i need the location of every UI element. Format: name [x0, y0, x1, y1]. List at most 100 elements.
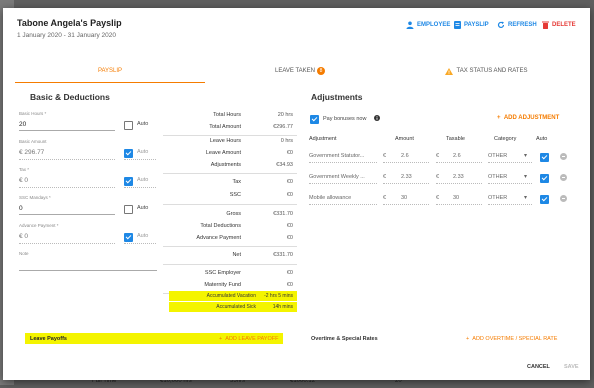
tab-payslip-label: PAYSLIP — [97, 68, 123, 74]
divider — [163, 246, 297, 247]
dropdown-arrow-icon[interactable]: ▾ — [524, 152, 527, 159]
ssc-label: SSC — [229, 192, 241, 198]
currency-symbol: € — [436, 195, 440, 201]
col-adjustment: Adjustment — [309, 136, 337, 142]
adjustment-auto-checkbox[interactable] — [540, 153, 549, 162]
adjustment-amount[interactable]: 2.33 — [401, 174, 412, 180]
pay-bonuses-checkbox[interactable] — [310, 115, 319, 124]
overtime-heading: Overtime & Special Rates — [311, 336, 378, 342]
info-icon[interactable] — [374, 115, 380, 121]
trash-icon — [542, 21, 549, 29]
adjustment-taxable[interactable]: 30 — [453, 195, 459, 201]
ssc-value: €0 — [286, 192, 293, 198]
auto-label: Auto — [137, 177, 149, 183]
basic-deductions-heading: Basic & Deductions — [30, 92, 110, 102]
payslip-period: 1 January 2020 - 31 January 2020 — [17, 32, 117, 39]
currency-symbol: € — [383, 195, 387, 201]
row-underline — [488, 204, 532, 205]
adjustment-category[interactable]: OTHER — [488, 195, 507, 201]
add-adjustment-button[interactable]: + ADD ADJUSTMENT — [497, 115, 559, 121]
row-underline — [383, 162, 429, 163]
adjustment-auto-checkbox[interactable] — [540, 174, 549, 183]
advance-payment-summary-value: €0 — [286, 235, 293, 241]
refresh-button-label: REFRESH — [508, 22, 537, 28]
adjustment-taxable[interactable]: 2.6 — [453, 153, 461, 159]
leave-count-badge: 8 — [317, 67, 326, 75]
total-deductions-value: €0 — [286, 223, 293, 229]
tax-input[interactable]: € 0 — [19, 177, 28, 184]
advance-payment-label: Advance Payment * — [19, 223, 59, 228]
total-deductions-label: Total Deductions — [200, 223, 241, 229]
row-underline — [309, 183, 377, 184]
dropdown-arrow-icon[interactable]: ▾ — [524, 194, 527, 201]
tax-auto-checkbox[interactable] — [124, 177, 133, 186]
basic-hours-underline — [19, 130, 115, 131]
employee-button[interactable]: EMPLOYEE — [406, 21, 450, 29]
add-adjustment-label: ADD ADJUSTMENT — [503, 115, 560, 121]
adjustment-name[interactable]: Mobile allowance — [309, 195, 351, 201]
ssc-employer-value: €0 — [286, 270, 293, 276]
advance-payment-auto-checkbox[interactable] — [124, 233, 133, 242]
tax-summary-label: Tax — [232, 179, 241, 185]
net-value: €331.70 — [273, 252, 293, 258]
remove-row-icon[interactable] — [560, 195, 567, 202]
tab-payslip[interactable]: PAYSLIP — [15, 60, 205, 83]
col-taxable: Taxable — [446, 136, 465, 142]
add-leave-payoff-button[interactable]: + ADD LEAVE PAYOFF — [219, 336, 278, 342]
warning-icon — [444, 67, 453, 75]
total-amount-value: €296.77 — [273, 124, 293, 130]
adjustment-category[interactable]: OTHER — [488, 153, 507, 159]
remove-row-icon[interactable] — [560, 174, 567, 181]
row-underline — [488, 183, 532, 184]
accumulated-sick-value: 14h mins — [272, 304, 293, 310]
basic-hours-input[interactable]: 20 — [19, 121, 26, 128]
refresh-button[interactable]: REFRESH — [497, 21, 537, 29]
maternity-fund-value: €0 — [286, 282, 293, 288]
tab-bar: PAYSLIP LEAVE TAKEN 8 TAX STATUS AND RAT… — [15, 60, 577, 83]
row-underline — [309, 162, 377, 163]
add-overtime-button[interactable]: + ADD OVERTIME / SPECIAL RATE — [466, 336, 557, 342]
total-amount-label: Total Amount — [209, 124, 241, 130]
leave-hours-label: Leave Hours — [209, 138, 241, 144]
basic-amount-input[interactable]: € 296.77 — [19, 149, 44, 156]
leave-amount-label: Leave Amount — [205, 150, 241, 156]
dropdown-arrow-icon[interactable]: ▾ — [524, 173, 527, 180]
adjustment-name[interactable]: Government Statutor... — [309, 153, 364, 159]
tax-summary-value: €0 — [286, 179, 293, 185]
currency-symbol: € — [436, 153, 440, 159]
basic-amount-auto-checkbox[interactable] — [124, 149, 133, 158]
delete-button[interactable]: DELETE — [542, 21, 576, 29]
person-icon — [406, 21, 414, 29]
delete-button-label: DELETE — [552, 22, 576, 28]
payslip-dialog: Tabone Angela's Payslip 1 January 2020 -… — [3, 8, 590, 380]
leave-payoffs-heading: Leave Payoffs — [30, 336, 67, 342]
col-amount: Amount — [395, 136, 414, 142]
remove-row-icon[interactable] — [560, 153, 567, 160]
adjustment-taxable[interactable]: 2.33 — [453, 174, 464, 180]
row-underline — [436, 162, 482, 163]
currency-symbol: € — [436, 174, 440, 180]
tab-tax-status[interactable]: TAX STATUS AND RATES — [395, 60, 577, 82]
adjustment-name[interactable]: Government Weekly ... — [309, 174, 365, 180]
adjustment-amount[interactable]: 2.6 — [401, 153, 409, 159]
adjustment-category[interactable]: OTHER — [488, 174, 507, 180]
plus-icon: + — [497, 115, 504, 121]
ssc-mandays-input[interactable]: 0 — [19, 205, 23, 212]
save-button[interactable]: SAVE — [564, 364, 579, 370]
advance-payment-input[interactable]: € 0 — [19, 233, 28, 240]
adjustment-amount[interactable]: 30 — [401, 195, 407, 201]
adjustment-auto-checkbox[interactable] — [540, 195, 549, 204]
row-underline — [383, 204, 429, 205]
maternity-fund-label: Maternity Fund — [204, 282, 241, 288]
adjustments-label: Adjustments — [210, 162, 241, 168]
divider — [163, 135, 297, 136]
payslip-button[interactable]: PAYSLIP — [454, 21, 489, 29]
add-overtime-label: ADD OVERTIME / SPECIAL RATE — [472, 336, 558, 342]
auto-underline — [124, 159, 156, 160]
note-label: Note — [19, 251, 29, 256]
tab-leave-taken[interactable]: LEAVE TAKEN 8 — [205, 60, 395, 82]
basic-hours-auto-checkbox[interactable] — [124, 121, 133, 130]
cancel-button[interactable]: CANCEL — [527, 364, 550, 370]
auto-underline — [124, 243, 156, 244]
ssc-mandays-auto-checkbox[interactable] — [124, 205, 133, 214]
